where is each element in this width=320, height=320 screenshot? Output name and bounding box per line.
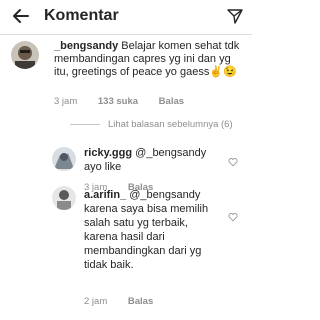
reply-body-line: karena saya bisa memilih — [84, 203, 209, 215]
avatar[interactable] — [52, 186, 76, 210]
back-arrow-icon[interactable] — [10, 5, 32, 27]
heart-icon[interactable] — [228, 212, 238, 222]
reply-text: ricky.ggg @_bengsandy ayo like — [84, 146, 224, 174]
comment-meta: 3 jam 133 suka Balas — [54, 96, 202, 107]
send-icon[interactable] — [226, 7, 244, 25]
reply-time: 2 jam — [84, 296, 108, 307]
top-bar: Komentar — [0, 0, 252, 35]
comment-text: _bengsandy Belajar komen sehat tdk memba… — [54, 40, 244, 79]
reply-body-line: karena hasil dari — [84, 231, 165, 243]
reply-button[interactable]: Balas — [128, 296, 153, 307]
mention-link[interactable]: @_bengsandy — [135, 147, 206, 159]
reply-meta: 2 jam Balas — [84, 296, 171, 307]
divider-line — [70, 123, 100, 125]
reply-button[interactable]: Balas — [159, 96, 184, 107]
reply-username[interactable]: ricky.ggg — [84, 147, 132, 159]
avatar[interactable] — [11, 41, 39, 69]
comment-likes[interactable]: 133 suka — [98, 96, 138, 107]
reply-body-line: tidak baik. — [84, 259, 134, 271]
avatar[interactable] — [52, 147, 76, 171]
page-title: Komentar — [44, 7, 119, 24]
comment-username[interactable]: _bengsandy — [54, 40, 118, 52]
reply-body-line: salah satu yg terbaik, — [84, 217, 188, 229]
reply-username[interactable]: a.arifin_ — [84, 189, 126, 201]
reply-text: a.arifin_ @_bengsandy karena saya bisa m… — [84, 188, 224, 272]
mention-link[interactable]: @_bengsandy — [129, 189, 200, 201]
heart-icon[interactable] — [228, 157, 238, 167]
reply-body: ayo like — [84, 161, 122, 173]
reply-body-line: membandingkan dari yg — [84, 245, 202, 257]
view-previous-replies[interactable]: Lihat balasan sebelumnya (6) — [70, 119, 233, 130]
comment-time: 3 jam — [54, 96, 78, 107]
